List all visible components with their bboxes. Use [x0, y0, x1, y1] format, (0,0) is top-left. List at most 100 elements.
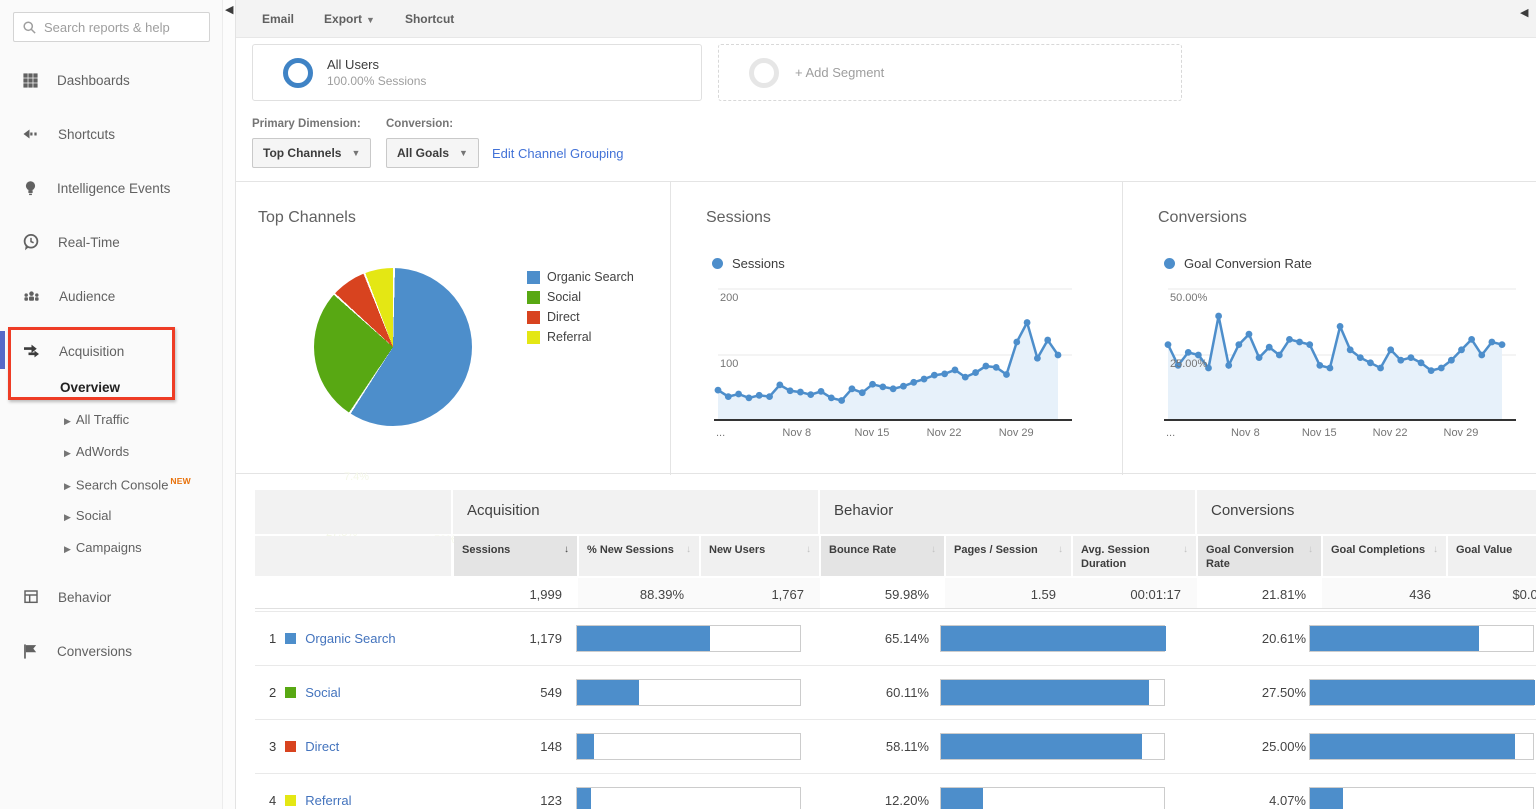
data-point[interactable]: [746, 395, 753, 402]
sidebar-item-intelligence-events[interactable]: Intelligence Events: [0, 171, 222, 205]
column-header-goal-conversion-rate[interactable]: ↓Goal Conversion Rate: [1198, 536, 1321, 576]
sort-icon[interactable]: ↓: [806, 543, 811, 556]
sidebar-item-overview-active[interactable]: Overview: [60, 380, 120, 395]
column-header-goal-value[interactable]: ↓Goal Value: [1448, 536, 1536, 576]
data-point[interactable]: [1337, 323, 1344, 330]
email-button[interactable]: Email: [262, 12, 294, 26]
data-point[interactable]: [1478, 352, 1485, 359]
primary-dimension-dropdown[interactable]: Top Channels▼: [252, 138, 371, 168]
data-point[interactable]: [890, 385, 897, 392]
collapse-sidebar-icon[interactable]: ◀: [225, 5, 233, 16]
data-point[interactable]: [1165, 341, 1172, 348]
data-point[interactable]: [1256, 354, 1263, 361]
column-header-bounce-rate[interactable]: ↓Bounce Rate: [821, 536, 944, 576]
data-point[interactable]: [869, 381, 876, 388]
legend-item[interactable]: Referral: [527, 330, 591, 344]
legend-item[interactable]: Direct: [527, 310, 580, 324]
sort-icon[interactable]: ↓: [686, 543, 691, 556]
data-point[interactable]: [1347, 346, 1354, 353]
data-point[interactable]: [1458, 346, 1465, 353]
data-point[interactable]: [1488, 339, 1495, 346]
edit-channel-grouping-link[interactable]: Edit Channel Grouping: [492, 146, 624, 161]
data-point[interactable]: [849, 385, 856, 392]
data-point[interactable]: [766, 393, 773, 400]
data-point[interactable]: [900, 383, 907, 390]
data-point[interactable]: [993, 364, 1000, 371]
data-point[interactable]: [1296, 339, 1303, 346]
sort-icon[interactable]: ↓: [564, 543, 569, 556]
data-point[interactable]: [1024, 319, 1031, 326]
data-point[interactable]: [1235, 341, 1242, 348]
data-point[interactable]: [1499, 341, 1506, 348]
data-point[interactable]: [910, 379, 917, 386]
legend-item[interactable]: Organic Search: [527, 270, 634, 284]
data-point[interactable]: [1327, 365, 1334, 372]
data-point[interactable]: [725, 393, 732, 400]
data-point[interactable]: [1438, 365, 1445, 372]
sidebar-item-all-traffic[interactable]: ▶All Traffic: [64, 412, 129, 427]
top-channels-pie-chart[interactable]: [314, 268, 472, 426]
sidebar-item-campaigns[interactable]: ▶Campaigns: [64, 540, 142, 555]
column-header-new-users[interactable]: ↓New Users: [701, 536, 819, 576]
data-point[interactable]: [1276, 352, 1283, 359]
sort-icon[interactable]: ↓: [1433, 543, 1438, 556]
data-point[interactable]: [1408, 354, 1415, 361]
data-point[interactable]: [1357, 354, 1364, 361]
sort-icon[interactable]: ↓: [931, 543, 936, 556]
data-point[interactable]: [1044, 337, 1051, 344]
data-point[interactable]: [1397, 357, 1404, 364]
data-point[interactable]: [715, 387, 722, 394]
data-point[interactable]: [838, 397, 845, 404]
channel-link[interactable]: Social: [305, 685, 340, 700]
data-point[interactable]: [1055, 352, 1062, 359]
sort-icon[interactable]: ↓: [1183, 543, 1188, 556]
sort-icon[interactable]: ↓: [1308, 543, 1313, 556]
data-point[interactable]: [807, 391, 814, 398]
sidebar-item-real-time[interactable]: Real-Time: [0, 225, 222, 259]
data-point[interactable]: [735, 391, 742, 398]
sidebar-item-search-console[interactable]: ▶Search ConsoleNEW: [64, 476, 191, 492]
data-point[interactable]: [1316, 362, 1323, 369]
data-point[interactable]: [1225, 362, 1232, 369]
data-point[interactable]: [972, 369, 979, 376]
data-point[interactable]: [1377, 365, 1384, 372]
data-point[interactable]: [941, 370, 948, 377]
legend-item[interactable]: Social: [527, 290, 581, 304]
data-point[interactable]: [859, 389, 866, 396]
sidebar-item-shortcuts[interactable]: Shortcuts: [0, 117, 222, 151]
data-point[interactable]: [1286, 336, 1293, 343]
sessions-line-chart[interactable]: [670, 182, 1122, 475]
search-input[interactable]: Search reports & help: [13, 12, 210, 42]
data-point[interactable]: [931, 372, 938, 379]
data-point[interactable]: [952, 367, 959, 374]
segment-all-users[interactable]: All Users 100.00% Sessions: [252, 44, 702, 101]
data-point[interactable]: [1013, 339, 1020, 346]
shortcut-button[interactable]: Shortcut: [405, 12, 454, 26]
data-point[interactable]: [818, 388, 825, 395]
sidebar-item-audience[interactable]: Audience: [0, 279, 222, 313]
data-point[interactable]: [1003, 371, 1010, 378]
column-header-sessions[interactable]: ↓Sessions: [454, 536, 577, 576]
data-point[interactable]: [1185, 349, 1192, 356]
data-point[interactable]: [828, 395, 835, 402]
data-point[interactable]: [1468, 336, 1475, 343]
sidebar-item-conversions[interactable]: Conversions: [0, 634, 222, 668]
data-point[interactable]: [797, 389, 804, 396]
data-point[interactable]: [1448, 357, 1455, 364]
sidebar-item-acquisition[interactable]: Acquisition: [0, 334, 222, 368]
data-point[interactable]: [879, 383, 886, 390]
sidebar-item-behavior[interactable]: Behavior: [0, 580, 222, 614]
data-point[interactable]: [1387, 346, 1394, 353]
column-header-goal-completions[interactable]: ↓Goal Completions: [1323, 536, 1446, 576]
add-segment-button[interactable]: + Add Segment: [718, 44, 1182, 101]
data-point[interactable]: [1034, 355, 1041, 362]
data-point[interactable]: [921, 376, 928, 383]
sidebar-item-dashboards[interactable]: Dashboards: [0, 63, 222, 97]
conversion-dropdown[interactable]: All Goals▼: [386, 138, 479, 168]
data-point[interactable]: [1246, 331, 1253, 338]
sidebar-item-social[interactable]: ▶Social: [64, 508, 111, 523]
channel-link[interactable]: Referral: [305, 793, 351, 808]
data-point[interactable]: [1266, 344, 1273, 351]
data-point[interactable]: [1215, 313, 1222, 320]
sort-icon[interactable]: ↓: [1058, 543, 1063, 556]
